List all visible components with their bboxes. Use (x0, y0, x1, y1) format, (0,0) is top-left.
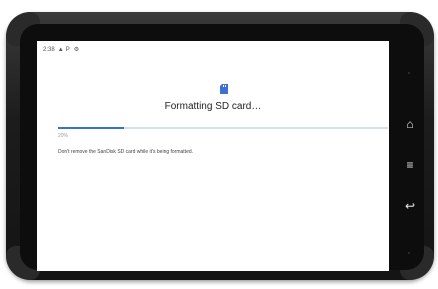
format-progress-bar (58, 127, 388, 129)
gear-icon: ⚙ (73, 46, 80, 53)
p-icon: P (65, 46, 70, 53)
triangle-icon: ▲ (57, 46, 64, 53)
warning-message: Don't remove the SanDisk SD card while i… (58, 149, 194, 155)
photo-scene: 2:38 ▲ P ⚙ Formatting SD card… 20% Don't… (0, 0, 438, 289)
status-time: 2:38 (43, 47, 55, 53)
menu-icon[interactable]: ≡ (402, 157, 418, 173)
progress-percent-label: 20% (58, 133, 69, 139)
indicator-light-top (408, 72, 410, 74)
status-bar: 2:38 ▲ P ⚙ (43, 45, 79, 55)
rugged-tablet: 2:38 ▲ P ⚙ Formatting SD card… 20% Don't… (6, 12, 434, 280)
indicator-light-bottom (408, 252, 410, 254)
back-icon[interactable]: ↩ (402, 198, 418, 214)
dialog-title: Formatting SD card… (164, 101, 262, 112)
progress-fill (58, 127, 124, 129)
tablet-screen: 2:38 ▲ P ⚙ Formatting SD card… 20% Don't… (37, 41, 389, 271)
home-icon[interactable]: ⌂ (402, 116, 418, 132)
sd-card-icon (220, 84, 228, 94)
